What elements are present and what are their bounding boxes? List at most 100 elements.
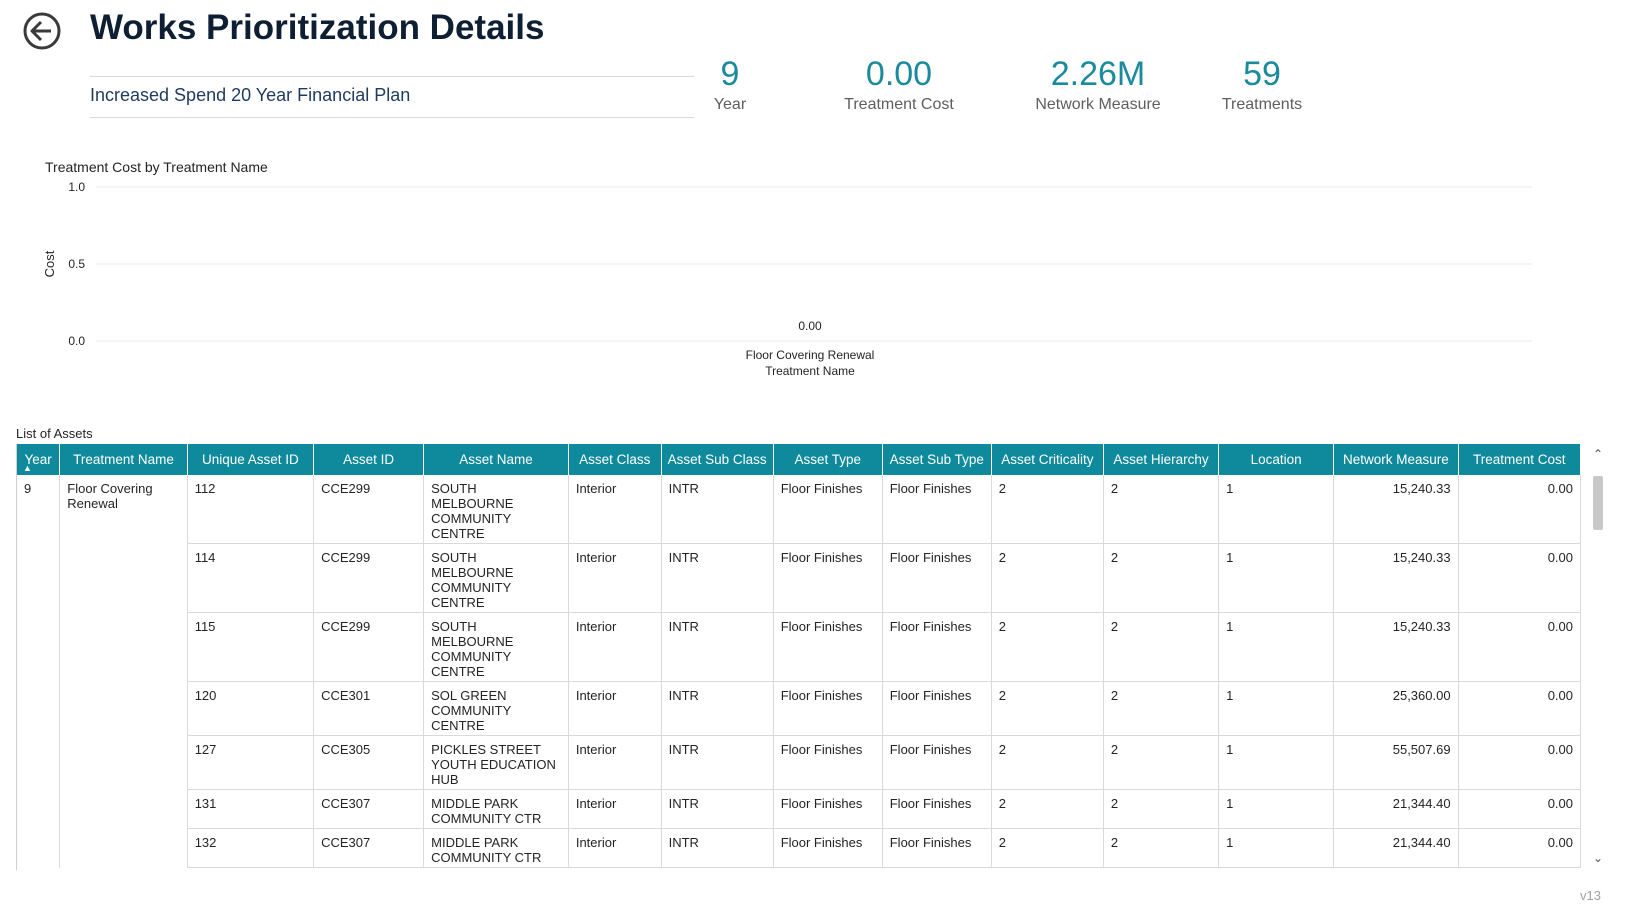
table-cell: INTR: [661, 735, 774, 790]
table-header-row: Year ▲ Treatment Name Unique Asset ID Asset …: [17, 444, 1581, 475]
table-cell: 112: [187, 475, 315, 544]
table-cell: 15,240.33: [1333, 475, 1459, 544]
column-header-label: Asset Class: [579, 452, 651, 467]
table-cell: 0.00: [1458, 735, 1581, 790]
table-cell: Floor Finishes: [882, 735, 992, 790]
column-header-label: Asset Sub Type: [889, 452, 984, 467]
table-cell: 114: [187, 543, 315, 613]
table-cell: 1: [1218, 735, 1335, 790]
table-row[interactable]: 9 Floor Covering Renewal 112 CCE299 SOUTH ME…: [17, 475, 1581, 868]
table-cell: Floor Finishes: [773, 543, 883, 613]
column-header[interactable]: Year ▲: [17, 444, 61, 475]
table-cell: 2: [991, 735, 1104, 790]
kpi-value: 0.00: [865, 55, 933, 93]
table-cell: INTR: [661, 681, 774, 736]
table-cell: Interior: [568, 681, 662, 736]
column-header[interactable]: Network Measure: [1333, 444, 1459, 475]
column-header-label: Network Measure: [1343, 452, 1449, 467]
table-cell: 2: [991, 789, 1104, 829]
table-cell: INTR: [661, 475, 774, 544]
table-cell: SOUTH MELBOURNE COMMUNITY CENTRE: [423, 475, 569, 544]
scenario-name: Increased Spend 20 Year Financial Plan: [90, 85, 411, 105]
y-axis-title: Cost: [42, 250, 57, 277]
kpi-treatments: 59 Treatments: [1152, 54, 1372, 114]
treatment-cost-chart: 0.0 0.5 1.0 Cost 0.00 Floor Covering Renewal T…: [42, 180, 1532, 378]
table-cell: Interior: [568, 735, 662, 790]
table-row[interactable]: 114 CCE299 SOUTH MELBOURNE COMMUNITY CENTR…: [17, 543, 1581, 613]
table-cell: 0.00: [1458, 612, 1581, 682]
y-tick-label: 0.5: [68, 257, 85, 271]
table-row[interactable]: 131 CCE307 MIDDLE PARK COMMUNITY CTR Interi…: [17, 789, 1581, 829]
y-tick-label: 1.0: [68, 180, 85, 194]
chevron-up-icon[interactable]: ⌃: [1589, 446, 1607, 462]
table-cell: Floor Finishes: [773, 789, 883, 829]
table-cell: 2: [991, 612, 1104, 682]
y-tick-label: 0.0: [68, 334, 85, 348]
table-cell: CCE301: [313, 681, 425, 736]
table-cell: 55,507.69: [1333, 735, 1459, 790]
x-tick-label: Floor Covering Renewal: [746, 348, 875, 362]
table-cell: 21,344.40: [1333, 789, 1459, 829]
column-header[interactable]: Asset ID: [313, 444, 425, 475]
table-scrollbar[interactable]: ⌃ ⌄: [1589, 446, 1607, 866]
table-row[interactable]: 115 CCE299 SOUTH MELBOURNE COMMUNITY CENTR…: [17, 612, 1581, 682]
back-button[interactable]: [22, 11, 62, 51]
scenario-card: Increased Spend 20 Year Financial Plan: [90, 76, 694, 118]
table-cell: Floor Finishes: [882, 475, 992, 544]
chevron-down-icon[interactable]: ⌄: [1589, 850, 1607, 866]
x-axis-title: Treatment Name: [765, 364, 855, 378]
table-cell: 132: [187, 828, 315, 868]
chart-title: Treatment Cost by Treatment Name: [45, 159, 268, 175]
kpi-label: Treatments: [1221, 96, 1303, 113]
column-header[interactable]: Treatment Name: [59, 444, 188, 475]
table-cell: 2: [1103, 475, 1220, 544]
column-header[interactable]: Location: [1218, 444, 1335, 475]
column-header[interactable]: Asset Criticality: [991, 444, 1104, 475]
arrow-left-circle-icon: [23, 12, 61, 50]
column-header[interactable]: Unique Asset ID: [187, 444, 315, 475]
kpi-label: Treatment Cost: [844, 96, 954, 113]
table-cell: CCE299: [313, 543, 425, 613]
table-cell: CCE299: [313, 475, 425, 544]
column-header[interactable]: Asset Hierarchy: [1103, 444, 1220, 475]
table-row[interactable]: 132 CCE307 MIDDLE PARK COMMUNITY CTR Interi…: [17, 828, 1581, 868]
table-cell: Floor Finishes: [882, 789, 992, 829]
column-header[interactable]: Asset Name: [423, 444, 569, 475]
table-cell: 120: [187, 681, 315, 736]
table-cell: Interior: [568, 475, 662, 544]
table-cell: 131: [187, 789, 315, 829]
table-cell: INTR: [661, 789, 774, 829]
column-header[interactable]: Asset Sub Class: [661, 444, 774, 475]
page-title: Works Prioritization Details: [90, 8, 545, 47]
table-cell: Floor Finishes: [773, 475, 883, 544]
table-cell: Interior: [568, 828, 662, 868]
column-header-label: Treatment Name: [73, 452, 174, 467]
table-row[interactable]: 127 CCE305 PICKLES STREET YOUTH EDUCATION …: [17, 735, 1581, 790]
table-cell: 2: [1103, 681, 1220, 736]
table-cell: Floor Finishes: [773, 735, 883, 790]
table-cell: SOL GREEN COMMUNITY CENTRE: [423, 681, 569, 736]
table-cell: 0.00: [1458, 543, 1581, 613]
table-cell: 1: [1218, 681, 1335, 736]
table-cell: 115: [187, 612, 315, 682]
table-cell: Interior: [568, 789, 662, 829]
column-header-label: Asset Name: [459, 452, 533, 467]
table-row[interactable]: 120 CCE301 SOL GREEN COMMUNITY CENTRE Inter…: [17, 681, 1581, 736]
column-header-label: Asset Type: [794, 452, 861, 467]
scroll-thumb[interactable]: [1593, 476, 1603, 530]
table-cell: Floor Finishes: [882, 543, 992, 613]
table-cell: INTR: [661, 828, 774, 868]
table-cell: CCE307: [313, 828, 425, 868]
column-header[interactable]: Asset Class: [568, 444, 662, 475]
table-cell: Interior: [568, 543, 662, 613]
table-cell: 21,344.40: [1333, 828, 1459, 868]
column-header[interactable]: Asset Type: [773, 444, 883, 475]
table-cell: 127: [187, 735, 315, 790]
column-header[interactable]: Asset Sub Type: [882, 444, 992, 475]
assets-table: Year ▲ Treatment Name Unique Asset ID Asset …: [16, 444, 1581, 870]
cell-year: 9: [17, 475, 61, 868]
table-cell: Interior: [568, 612, 662, 682]
column-header-label: Asset ID: [343, 452, 395, 467]
table-cell: MIDDLE PARK COMMUNITY CTR: [423, 828, 569, 868]
column-header[interactable]: Treatment Cost: [1458, 444, 1581, 475]
